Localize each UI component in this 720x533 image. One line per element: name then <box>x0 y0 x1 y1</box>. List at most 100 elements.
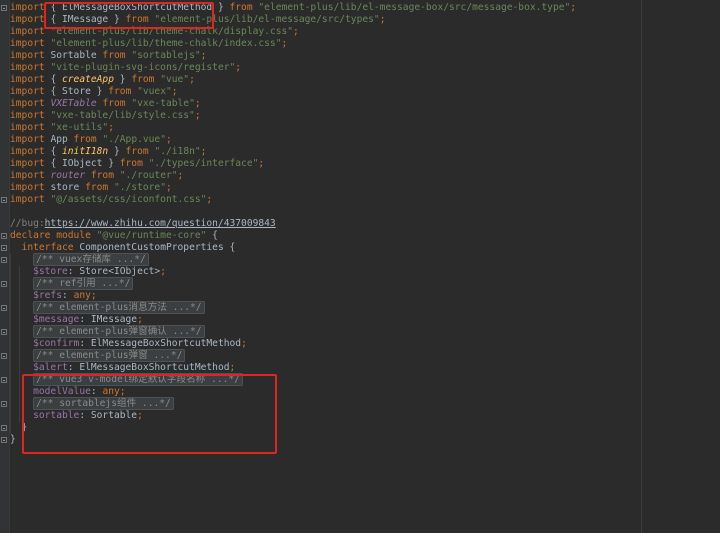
code-line[interactable]: import "vxe-table/lib/style.css"; <box>10 110 640 122</box>
code-token: ; <box>194 98 201 109</box>
code-line[interactable]: import { IObject } from "./types/interfa… <box>10 158 640 170</box>
code-token: ; <box>206 194 213 205</box>
code-token: "vue" <box>160 74 190 85</box>
fold-marker-icon[interactable] <box>1 245 7 251</box>
code-line[interactable]: import store from "./store"; <box>10 182 640 194</box>
fold-marker-icon[interactable] <box>1 329 7 335</box>
fold-marker-icon[interactable] <box>1 305 7 311</box>
code-line[interactable]: import Sortable from "sortablejs"; <box>10 50 640 62</box>
folded-comment[interactable]: /** ref引用 ...*/ <box>33 277 134 290</box>
code-editor[interactable]: import { ElMessageBoxShortcutMethod } fr… <box>0 0 720 533</box>
code-token: : Store<IObject> <box>67 266 161 277</box>
code-token: ; <box>570 2 577 13</box>
folded-comment[interactable]: /** vuex存储库 ...*/ <box>33 253 149 266</box>
code-line[interactable]: /** element-plus消息方法 ...*/ <box>10 301 640 314</box>
code-line[interactable]: //bug:https://www.zhihu.com/question/437… <box>10 218 640 230</box>
code-token: ; <box>189 74 195 85</box>
code-line[interactable]: import router from "./router"; <box>10 170 640 182</box>
code-line[interactable]: import "element-plus/lib/theme-chalk/ind… <box>10 38 640 50</box>
folded-comment[interactable]: /** element-plus弹窗确认 ...*/ <box>33 325 205 338</box>
code-token: import <box>10 62 51 73</box>
code-line[interactable]: import App from "./App.vue"; <box>10 134 640 146</box>
code-line[interactable]: /** vuex存储库 ...*/ <box>10 253 640 266</box>
code-token: from <box>119 158 149 169</box>
fold-marker-icon[interactable] <box>1 425 7 431</box>
code-token: $store <box>33 266 68 277</box>
fold-marker-icon[interactable] <box>1 353 7 359</box>
code-line[interactable]: import { Store } from "vuex"; <box>10 86 640 98</box>
code-line[interactable]: import "@/assets/css/iconfont.css"; <box>10 194 640 206</box>
code-line[interactable]: /** element-plus弹窗确认 ...*/ <box>10 325 640 338</box>
code-line[interactable]: /** element-plus弹窗 ...*/ <box>10 349 640 362</box>
code-token: import <box>10 50 51 61</box>
code-token: store <box>50 182 86 193</box>
code-token: import <box>10 170 51 181</box>
code-token: "./App.vue" <box>102 134 166 145</box>
code-token: : ElMessageBoxShortcutMethod <box>79 338 242 349</box>
code-token: ; <box>379 14 386 25</box>
code-line[interactable]: /** ref引用 ...*/ <box>10 277 640 290</box>
code-token: from <box>85 182 114 193</box>
code-line[interactable]: declare module "@vue/runtime-core" { <box>10 230 640 242</box>
code-token: initI18n <box>62 146 109 157</box>
code-token: import <box>10 122 51 133</box>
folded-comment[interactable]: /** element-plus弹窗 ...*/ <box>33 349 186 362</box>
fold-marker-icon[interactable] <box>1 257 7 263</box>
code-token: from <box>108 86 138 97</box>
code-token: ; <box>137 314 143 325</box>
code-token: $confirm <box>33 338 80 349</box>
code-line[interactable]: import "vite-plugin-svg-icons/register"; <box>10 62 640 74</box>
code-token: "sortablejs" <box>131 50 201 61</box>
code-token: ; <box>241 338 247 349</box>
code-line[interactable]: import { createApp } from "vue"; <box>10 74 640 86</box>
fold-marker-icon[interactable] <box>1 281 7 287</box>
fold-marker-icon[interactable] <box>1 401 7 407</box>
code-token: "vxe-table" <box>131 98 195 109</box>
code-token: { Store } <box>50 86 109 97</box>
right-margin-guide <box>641 0 642 533</box>
fold-marker-icon[interactable] <box>1 233 7 239</box>
code-token: import <box>10 74 51 85</box>
code-token: : ElMessageBoxShortcutMethod <box>67 362 230 373</box>
code-line[interactable]: import VXETable from "vxe-table"; <box>10 98 640 110</box>
code-token: ; <box>165 134 172 145</box>
code-token: "./types/interface" <box>148 158 259 169</box>
code-line[interactable]: import { initI18n } from "./i18n"; <box>10 146 640 158</box>
code-token: import <box>10 194 51 205</box>
code-token: ; <box>194 110 201 121</box>
indent-guide <box>10 254 11 434</box>
code-token: import <box>10 110 51 121</box>
code-token: ; <box>160 266 166 277</box>
code-token: "vxe-table/lib/style.css" <box>50 110 195 121</box>
code-token: import <box>10 38 51 49</box>
code-token: "xe-utils" <box>50 122 109 133</box>
code-token: ; <box>281 38 288 49</box>
code-line[interactable]: import "xe-utils"; <box>10 122 640 134</box>
code-token: { IObject } <box>50 158 120 169</box>
fold-marker-icon[interactable] <box>1 377 7 383</box>
code-token[interactable]: https://www.zhihu.com/question/437009843 <box>45 218 276 229</box>
folded-comment[interactable]: /** element-plus消息方法 ...*/ <box>33 301 205 314</box>
code-token: } <box>10 434 16 445</box>
code-token: any <box>73 290 91 301</box>
code-token: ; <box>177 170 184 181</box>
editor-gutter <box>0 0 10 533</box>
fold-marker-icon[interactable] <box>1 437 7 443</box>
fold-marker-icon[interactable] <box>1 5 7 11</box>
code-line[interactable] <box>10 206 640 218</box>
fold-marker-icon[interactable] <box>1 197 7 203</box>
code-token: } <box>108 146 126 157</box>
code-token: { <box>50 74 62 85</box>
indent-guide <box>19 266 20 422</box>
code-token: ; <box>200 146 207 157</box>
code-token: "./store" <box>113 182 166 193</box>
